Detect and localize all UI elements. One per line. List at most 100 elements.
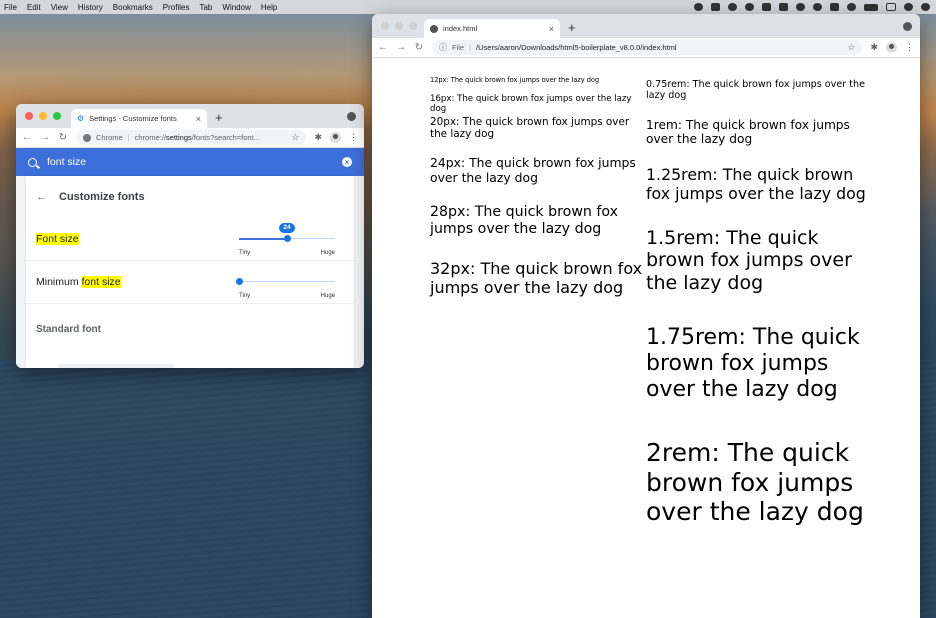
browser-toolbar: ← → ↻ ⓘ File | /Users/aaron/Downloads/ht… — [372, 38, 920, 58]
creative-cloud-icon[interactable] — [728, 3, 737, 11]
font-size-slider[interactable]: 24 Tiny Huge — [239, 223, 335, 256]
rem-sample-1-25: 1.25rem: The quick brown fox jumps over … — [646, 165, 866, 203]
menu-tab[interactable]: Tab — [194, 3, 217, 12]
settings-gear-icon: ⚙ — [77, 114, 85, 123]
clear-search-icon[interactable]: × — [342, 157, 352, 167]
minimum-font-size-row: Minimum font size Tiny Huge — [26, 261, 354, 304]
info-icon[interactable]: ⓘ — [439, 42, 447, 53]
rem-sample-1: 1rem: The quick brown fox jumps over the… — [646, 118, 850, 147]
tab-settings[interactable]: ⚙ Settings - Customize fonts × — [71, 109, 207, 128]
minimize-window-button[interactable] — [39, 112, 47, 120]
back-button[interactable]: ← — [22, 132, 32, 143]
page-content: 12px: The quick brown fox jumps over the… — [372, 58, 920, 618]
new-tab-button[interactable]: + — [568, 20, 576, 35]
bookmark-star-icon[interactable]: ☆ — [847, 42, 855, 53]
address-bar[interactable]: Chrome | chrome://settings/fonts?search=… — [76, 130, 307, 145]
browser-toolbar: ← → ↻ Chrome | chrome://settings/fonts?s… — [16, 128, 364, 148]
close-tab-icon[interactable]: × — [549, 24, 554, 34]
minimum-font-size-slider[interactable]: Tiny Huge — [235, 273, 335, 299]
standard-font-select[interactable] — [58, 364, 174, 368]
close-window-button[interactable] — [381, 22, 389, 30]
battery-icon[interactable] — [864, 3, 878, 11]
menu-view[interactable]: View — [46, 3, 73, 12]
menu-bookmarks[interactable]: Bookmarks — [108, 3, 158, 12]
more-menu-icon[interactable]: ⋮ — [905, 42, 914, 53]
slider-min-label: Tiny — [239, 250, 251, 256]
screen-share-icon[interactable] — [694, 3, 703, 11]
profile-menu-icon[interactable] — [903, 22, 912, 31]
px-sample-20: 20px: The quick brown fox jumps over the… — [430, 116, 630, 141]
px-sample-16: 16px: The quick brown fox jumps over the… — [430, 94, 632, 115]
menu-profiles[interactable]: Profiles — [158, 3, 195, 12]
control-center-icon[interactable] — [886, 3, 896, 11]
extensions-icon[interactable]: ✱ — [870, 42, 878, 53]
app-icon[interactable] — [779, 3, 788, 11]
more-menu-icon[interactable]: ⋮ — [349, 132, 358, 143]
settings-body: ← Customize fonts Font size 24 Tiny Huge… — [16, 176, 364, 368]
px-sample-28: 28px: The quick brown fox jumps over the… — [430, 204, 619, 237]
rem-sample-0-75: 0.75rem: The quick brown fox jumps over … — [646, 79, 865, 102]
menu-window[interactable]: Window — [217, 3, 255, 12]
back-button[interactable]: ← — [378, 42, 388, 53]
maximize-window-button[interactable] — [409, 22, 417, 30]
dropbox-icon[interactable] — [711, 3, 720, 11]
reload-button[interactable]: ↻ — [58, 132, 68, 143]
tab-strip: index.html × + — [372, 14, 920, 38]
brightness-icon[interactable] — [796, 3, 805, 11]
extensions-icon[interactable]: ✱ — [314, 132, 322, 143]
profile-avatar-icon[interactable] — [886, 42, 897, 53]
url-separator: | — [127, 133, 130, 142]
settings-search-bar: font size × — [16, 148, 364, 176]
slider-max-label: Huge — [320, 250, 335, 256]
wifi-icon[interactable] — [847, 3, 856, 11]
standard-font-heading: Standard font — [36, 324, 101, 335]
play-icon[interactable] — [813, 3, 822, 11]
tab-title: Settings - Customize fonts — [89, 114, 177, 123]
forward-button[interactable]: → — [396, 42, 406, 53]
px-sample-24: 24px: The quick brown fox jumps over the… — [430, 155, 636, 185]
close-tab-icon[interactable]: × — [196, 114, 201, 124]
slider-knob[interactable] — [283, 235, 291, 242]
slider-knob[interactable] — [235, 278, 243, 285]
minimize-window-button[interactable] — [395, 22, 403, 30]
font-size-row: Font size 24 Tiny Huge — [26, 218, 354, 261]
menu-file[interactable]: File — [0, 3, 22, 12]
bluetooth-icon[interactable] — [830, 3, 839, 11]
rem-sample-1-75: 1.75rem: The quick brown fox jumps over … — [646, 325, 860, 402]
profile-menu-icon[interactable] — [347, 112, 356, 121]
menu-bar: File Edit View History Bookmarks Profile… — [0, 0, 936, 14]
menu-help[interactable]: Help — [256, 3, 282, 12]
slider-value-bubble: 24 — [279, 223, 295, 233]
tab-index[interactable]: index.html × — [424, 19, 560, 38]
search-icon — [28, 157, 37, 167]
menu-history[interactable]: History — [73, 3, 108, 12]
maximize-window-button[interactable] — [53, 112, 61, 120]
gear-icon[interactable] — [745, 3, 754, 11]
profile-avatar-icon[interactable] — [330, 132, 341, 143]
menu-edit[interactable]: Edit — [22, 3, 46, 12]
address-bar[interactable]: ⓘ File | /Users/aaron/Downloads/html5-bo… — [432, 40, 863, 55]
slider-fill — [239, 238, 287, 240]
px-sample-32: 32px: The quick brown fox jumps over the… — [430, 259, 643, 297]
url-text: /Users/aaron/Downloads/html5-boilerplate… — [476, 43, 677, 52]
back-arrow-icon[interactable]: ← — [36, 191, 47, 203]
slider-labels: Tiny Huge — [239, 293, 335, 299]
bookmark-star-icon[interactable]: ☆ — [291, 132, 299, 143]
search-icon[interactable] — [904, 3, 913, 11]
forward-button[interactable]: → — [40, 132, 50, 143]
slider-labels: Tiny Huge — [239, 250, 335, 256]
slider-track[interactable] — [239, 281, 335, 282]
new-tab-button[interactable]: + — [215, 110, 223, 125]
rem-sample-2: 2rem: The quick brown fox jumps over the… — [646, 438, 864, 526]
page-window: index.html × + ← → ↻ ⓘ File | /Users/aar… — [372, 14, 920, 618]
tab-strip: ⚙ Settings - Customize fonts × + — [16, 104, 364, 128]
reload-button[interactable]: ↻ — [414, 42, 424, 53]
slider-max-label: Huge — [320, 293, 335, 299]
globe-icon — [430, 24, 438, 33]
font-size-label: Font size — [36, 233, 79, 245]
avatar-icon[interactable] — [921, 3, 930, 11]
card-header: ← Customize fonts — [26, 176, 354, 218]
app-icon[interactable] — [762, 3, 771, 11]
settings-search-input[interactable]: font size — [47, 156, 86, 168]
close-window-button[interactable] — [25, 112, 33, 120]
